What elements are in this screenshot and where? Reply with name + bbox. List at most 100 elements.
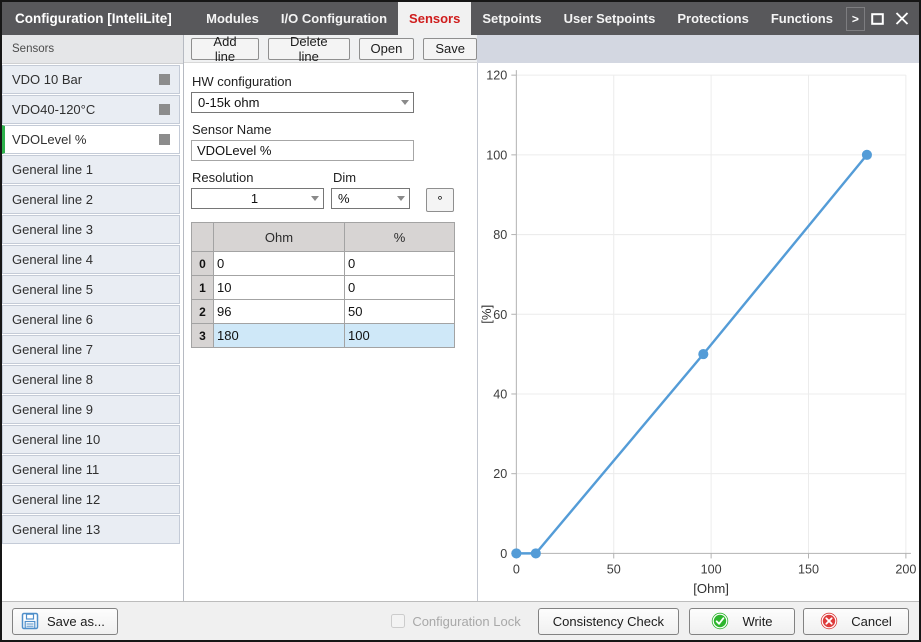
resolution-select[interactable]: 1 <box>191 188 324 209</box>
save-as-label: Save as... <box>47 614 105 629</box>
sidebar-item-general-line-3[interactable]: General line 3 <box>2 215 180 244</box>
tab-i-o-configuration[interactable]: I/O Configuration <box>270 2 398 35</box>
column-header-pct: % <box>345 223 455 252</box>
y-tick-label: 40 <box>493 388 507 402</box>
sensor-form: HW configuration 0-15k ohm Sensor Name R… <box>184 63 477 601</box>
tab-bar: ModulesI/O ConfigurationSensorsSetpoints… <box>195 2 844 35</box>
chart-line <box>516 155 867 554</box>
sidebar-item-vdo40-120-c[interactable]: VDO40-120°C <box>2 95 180 124</box>
open-button[interactable]: Open <box>359 38 415 60</box>
sidebar-item-general-line-6[interactable]: General line 6 <box>2 305 180 334</box>
pct-cell[interactable]: 0 <box>345 276 455 300</box>
toolbar-empty-strip <box>477 35 919 63</box>
sidebar-item-general-line-5[interactable]: General line 5 <box>2 275 180 304</box>
y-tick-label: 80 <box>493 228 507 242</box>
y-tick-label: 120 <box>486 69 507 83</box>
footer-bar: Save as... Configuration Lock Consistenc… <box>2 601 919 640</box>
column-header-ohm: Ohm <box>214 223 345 252</box>
sidebar-item-label: VDO 10 Bar <box>12 72 82 87</box>
main-content: HW configuration 0-15k ohm Sensor Name R… <box>184 63 919 601</box>
y-tick-label: 20 <box>493 467 507 481</box>
hw-configuration-select[interactable]: 0-15k ohm <box>191 92 414 113</box>
pct-cell[interactable]: 100 <box>345 324 455 348</box>
pct-cell[interactable]: 0 <box>345 252 455 276</box>
y-tick-label: 100 <box>486 148 507 162</box>
tab-functions[interactable]: Functions <box>760 2 844 35</box>
chevron-down-icon <box>401 100 409 105</box>
consistency-check-button[interactable]: Consistency Check <box>538 608 679 635</box>
degree-button[interactable]: ° <box>426 188 454 212</box>
configuration-lock-group: Configuration Lock <box>391 614 520 629</box>
data-point[interactable] <box>698 349 708 359</box>
sidebar-item-vdo-10-bar[interactable]: VDO 10 Bar <box>2 65 180 94</box>
row-index-cell[interactable]: 2 <box>192 300 214 324</box>
sensor-configured-icon <box>159 104 170 115</box>
delete-line-button[interactable]: Delete line <box>268 38 350 60</box>
sensor-name-input[interactable] <box>191 140 414 161</box>
data-point[interactable] <box>862 150 872 160</box>
sidebar-item-label: General line 12 <box>12 492 100 507</box>
sidebar-item-label: VDOLevel % <box>12 132 86 147</box>
sidebar-item-general-line-12[interactable]: General line 12 <box>2 485 180 514</box>
chevron-down-icon <box>397 196 405 201</box>
x-tick-label: 100 <box>701 563 722 577</box>
close-button[interactable] <box>890 6 915 32</box>
table-row: 29650 <box>192 300 455 324</box>
x-axis-label: [Ohm] <box>693 581 729 596</box>
data-point[interactable] <box>511 548 521 558</box>
sidebar-item-label: General line 7 <box>12 342 93 357</box>
sidebar-item-general-line-7[interactable]: General line 7 <box>2 335 180 364</box>
sensor-curve-chart: 050100150200020406080100120[Ohm][%] <box>478 63 919 601</box>
sidebar-item-general-line-9[interactable]: General line 9 <box>2 395 180 424</box>
row-index-cell[interactable]: 3 <box>192 324 214 348</box>
row-index-cell[interactable]: 0 <box>192 252 214 276</box>
pct-cell[interactable]: 50 <box>345 300 455 324</box>
tab-protections[interactable]: Protections <box>666 2 760 35</box>
write-button[interactable]: Write <box>689 608 795 635</box>
maximize-icon <box>870 12 885 26</box>
sidebar-item-general-line-10[interactable]: General line 10 <box>2 425 180 454</box>
tab-user-setpoints[interactable]: User Setpoints <box>553 2 667 35</box>
tab-modules[interactable]: Modules <box>195 2 270 35</box>
sensor-name-label: Sensor Name <box>192 122 471 137</box>
sidebar-item-general-line-2[interactable]: General line 2 <box>2 185 180 214</box>
tab-sensors[interactable]: Sensors <box>398 2 471 35</box>
sidebar-item-general-line-1[interactable]: General line 1 <box>2 155 180 184</box>
app-window: Configuration [InteliLite] ModulesI/O Co… <box>0 0 921 642</box>
sidebar-item-vdolevel[interactable]: VDOLevel % <box>2 125 180 154</box>
sidebar-item-general-line-13[interactable]: General line 13 <box>2 515 180 544</box>
cancel-button[interactable]: Cancel <box>803 608 909 635</box>
save-as-button[interactable]: Save as... <box>12 608 118 635</box>
sidebar-item-label: General line 5 <box>12 282 93 297</box>
content-row: Sensors VDO 10 Bar VDO40-120°C VDOLevel % G… <box>2 35 919 601</box>
sidebar-item-general-line-8[interactable]: General line 8 <box>2 365 180 394</box>
sidebar-item-label: General line 1 <box>12 162 93 177</box>
sidebar-item-general-line-11[interactable]: General line 11 <box>2 455 180 484</box>
y-tick-label: 60 <box>493 308 507 322</box>
ohm-cell[interactable]: 96 <box>214 300 345 324</box>
add-line-button[interactable]: Add line <box>191 38 259 60</box>
chart-panel: 050100150200020406080100120[Ohm][%] <box>477 63 919 601</box>
dim-select[interactable]: % <box>331 188 410 209</box>
sidebar-header: Sensors <box>2 35 183 64</box>
table-row: 1100 <box>192 276 455 300</box>
row-index-cell[interactable]: 1 <box>192 276 214 300</box>
data-point[interactable] <box>531 548 541 558</box>
chevron-down-icon <box>311 196 319 201</box>
save-button[interactable]: Save <box>423 38 477 60</box>
x-tick-label: 0 <box>513 563 520 577</box>
sidebar-item-label: General line 13 <box>12 522 100 537</box>
calibration-table: Ohm % 0001100296503180100 <box>191 222 455 348</box>
ohm-cell[interactable]: 0 <box>214 252 345 276</box>
sidebar-item-general-line-4[interactable]: General line 4 <box>2 245 180 274</box>
ohm-cell[interactable]: 180 <box>214 324 345 348</box>
sidebar-item-label: General line 11 <box>12 462 99 477</box>
maximize-button[interactable] <box>865 6 890 32</box>
floppy-disk-icon <box>21 612 39 630</box>
tab-setpoints[interactable]: Setpoints <box>471 2 552 35</box>
toolbar: Add line Delete line Open Save <box>184 35 919 63</box>
ohm-cell[interactable]: 10 <box>214 276 345 300</box>
close-icon <box>894 11 910 26</box>
tab-overflow-button[interactable]: > <box>846 7 865 31</box>
cancel-x-icon <box>820 612 838 630</box>
